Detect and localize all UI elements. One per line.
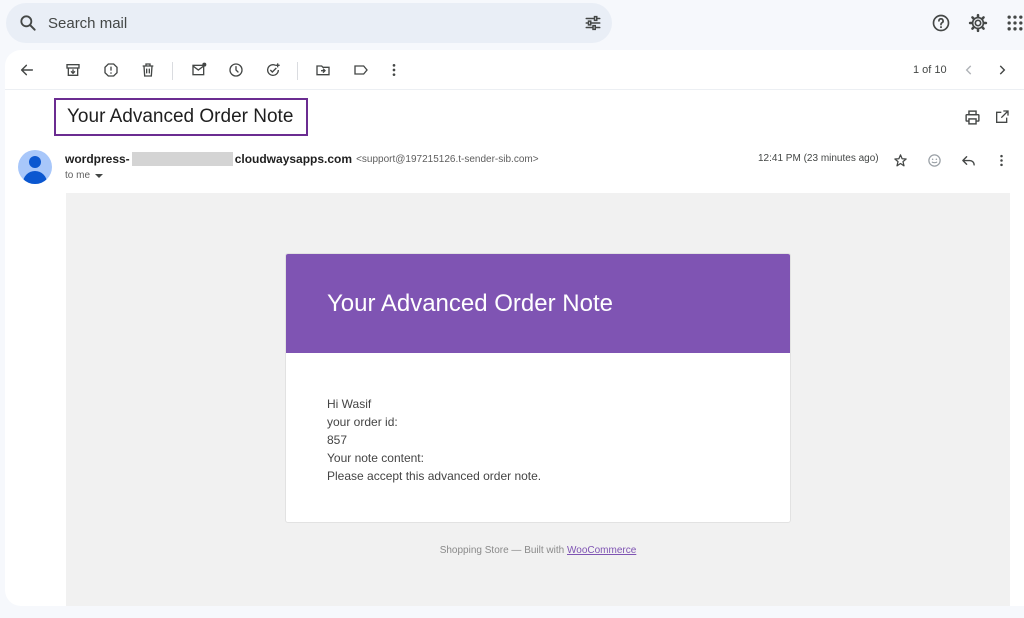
apps-icon[interactable] xyxy=(1004,12,1024,34)
toolbar-divider xyxy=(297,62,298,80)
woocommerce-link[interactable]: WooCommerce xyxy=(567,545,636,556)
email-footer: Shopping Store — Built with WooCommerce xyxy=(66,545,1010,556)
reply-icon[interactable] xyxy=(959,151,977,169)
recipient-toggle[interactable]: to me xyxy=(65,170,104,181)
sender-name-domain: cloudwaysapps.com xyxy=(234,152,353,166)
footer-text: Shopping Store — Built with xyxy=(439,545,567,556)
help-icon[interactable] xyxy=(930,12,952,34)
sender-info[interactable]: wordpress- cloudwaysapps.com <support@19… xyxy=(65,152,539,166)
email-body: Your Advanced Order Note Hi Wasif your o… xyxy=(66,193,1010,606)
chevron-down-icon[interactable] xyxy=(95,173,104,178)
redacted-block xyxy=(131,152,233,166)
search-options-icon[interactable] xyxy=(584,14,602,32)
print-icon[interactable] xyxy=(963,108,981,126)
message-toolbar: 1 of 10 xyxy=(5,50,1024,90)
back-arrow-icon[interactable] xyxy=(17,60,37,80)
email-content: Hi Wasif your order id: 857 Your note co… xyxy=(286,353,790,485)
recipient-label: to me xyxy=(65,170,91,181)
avatar[interactable] xyxy=(18,150,52,184)
mark-unread-icon[interactable] xyxy=(189,60,209,80)
open-new-window-icon[interactable] xyxy=(993,108,1011,126)
label-icon[interactable] xyxy=(351,60,371,80)
email-header: Your Advanced Order Note xyxy=(286,254,790,353)
pagination-count: 1 of 10 xyxy=(913,64,947,76)
message-subject: Your Advanced Order Note xyxy=(67,106,294,127)
order-id-value: 857 xyxy=(327,433,348,447)
message-panel: 1 of 10 Your Advanced Order Note wordpre… xyxy=(5,50,1024,606)
note-content-label: Your note content: xyxy=(327,451,424,465)
message-timestamp: 12:41 PM (23 minutes ago) xyxy=(758,153,879,164)
move-to-icon[interactable] xyxy=(313,60,333,80)
prev-icon[interactable] xyxy=(959,60,979,80)
greeting-line: Hi Wasif xyxy=(327,397,372,411)
star-icon[interactable] xyxy=(891,151,909,169)
report-spam-icon[interactable] xyxy=(101,60,121,80)
note-content-value: Please accept this advanced order note. xyxy=(327,469,542,483)
email-card: Your Advanced Order Note Hi Wasif your o… xyxy=(285,253,791,523)
sender-name-prefix: wordpress- xyxy=(65,152,130,166)
sender-email: <support@197215126.t-sender-sib.com> xyxy=(356,153,539,165)
more-icon[interactable] xyxy=(992,151,1010,169)
settings-icon[interactable] xyxy=(967,12,989,34)
emoji-reaction-icon[interactable] xyxy=(925,151,943,169)
next-icon[interactable] xyxy=(992,60,1012,80)
toolbar-divider xyxy=(172,62,173,80)
search-input[interactable]: Search mail xyxy=(48,15,127,32)
delete-icon[interactable] xyxy=(138,60,158,80)
order-id-label: your order id: xyxy=(327,415,398,429)
search-icon[interactable] xyxy=(18,13,38,33)
add-task-icon[interactable] xyxy=(263,60,283,80)
search-bar[interactable]: Search mail xyxy=(6,3,612,43)
more-icon[interactable] xyxy=(384,60,404,80)
archive-icon[interactable] xyxy=(63,60,83,80)
snooze-icon[interactable] xyxy=(226,60,246,80)
email-header-title: Your Advanced Order Note xyxy=(327,289,613,317)
subject-highlight: Your Advanced Order Note xyxy=(54,98,308,136)
